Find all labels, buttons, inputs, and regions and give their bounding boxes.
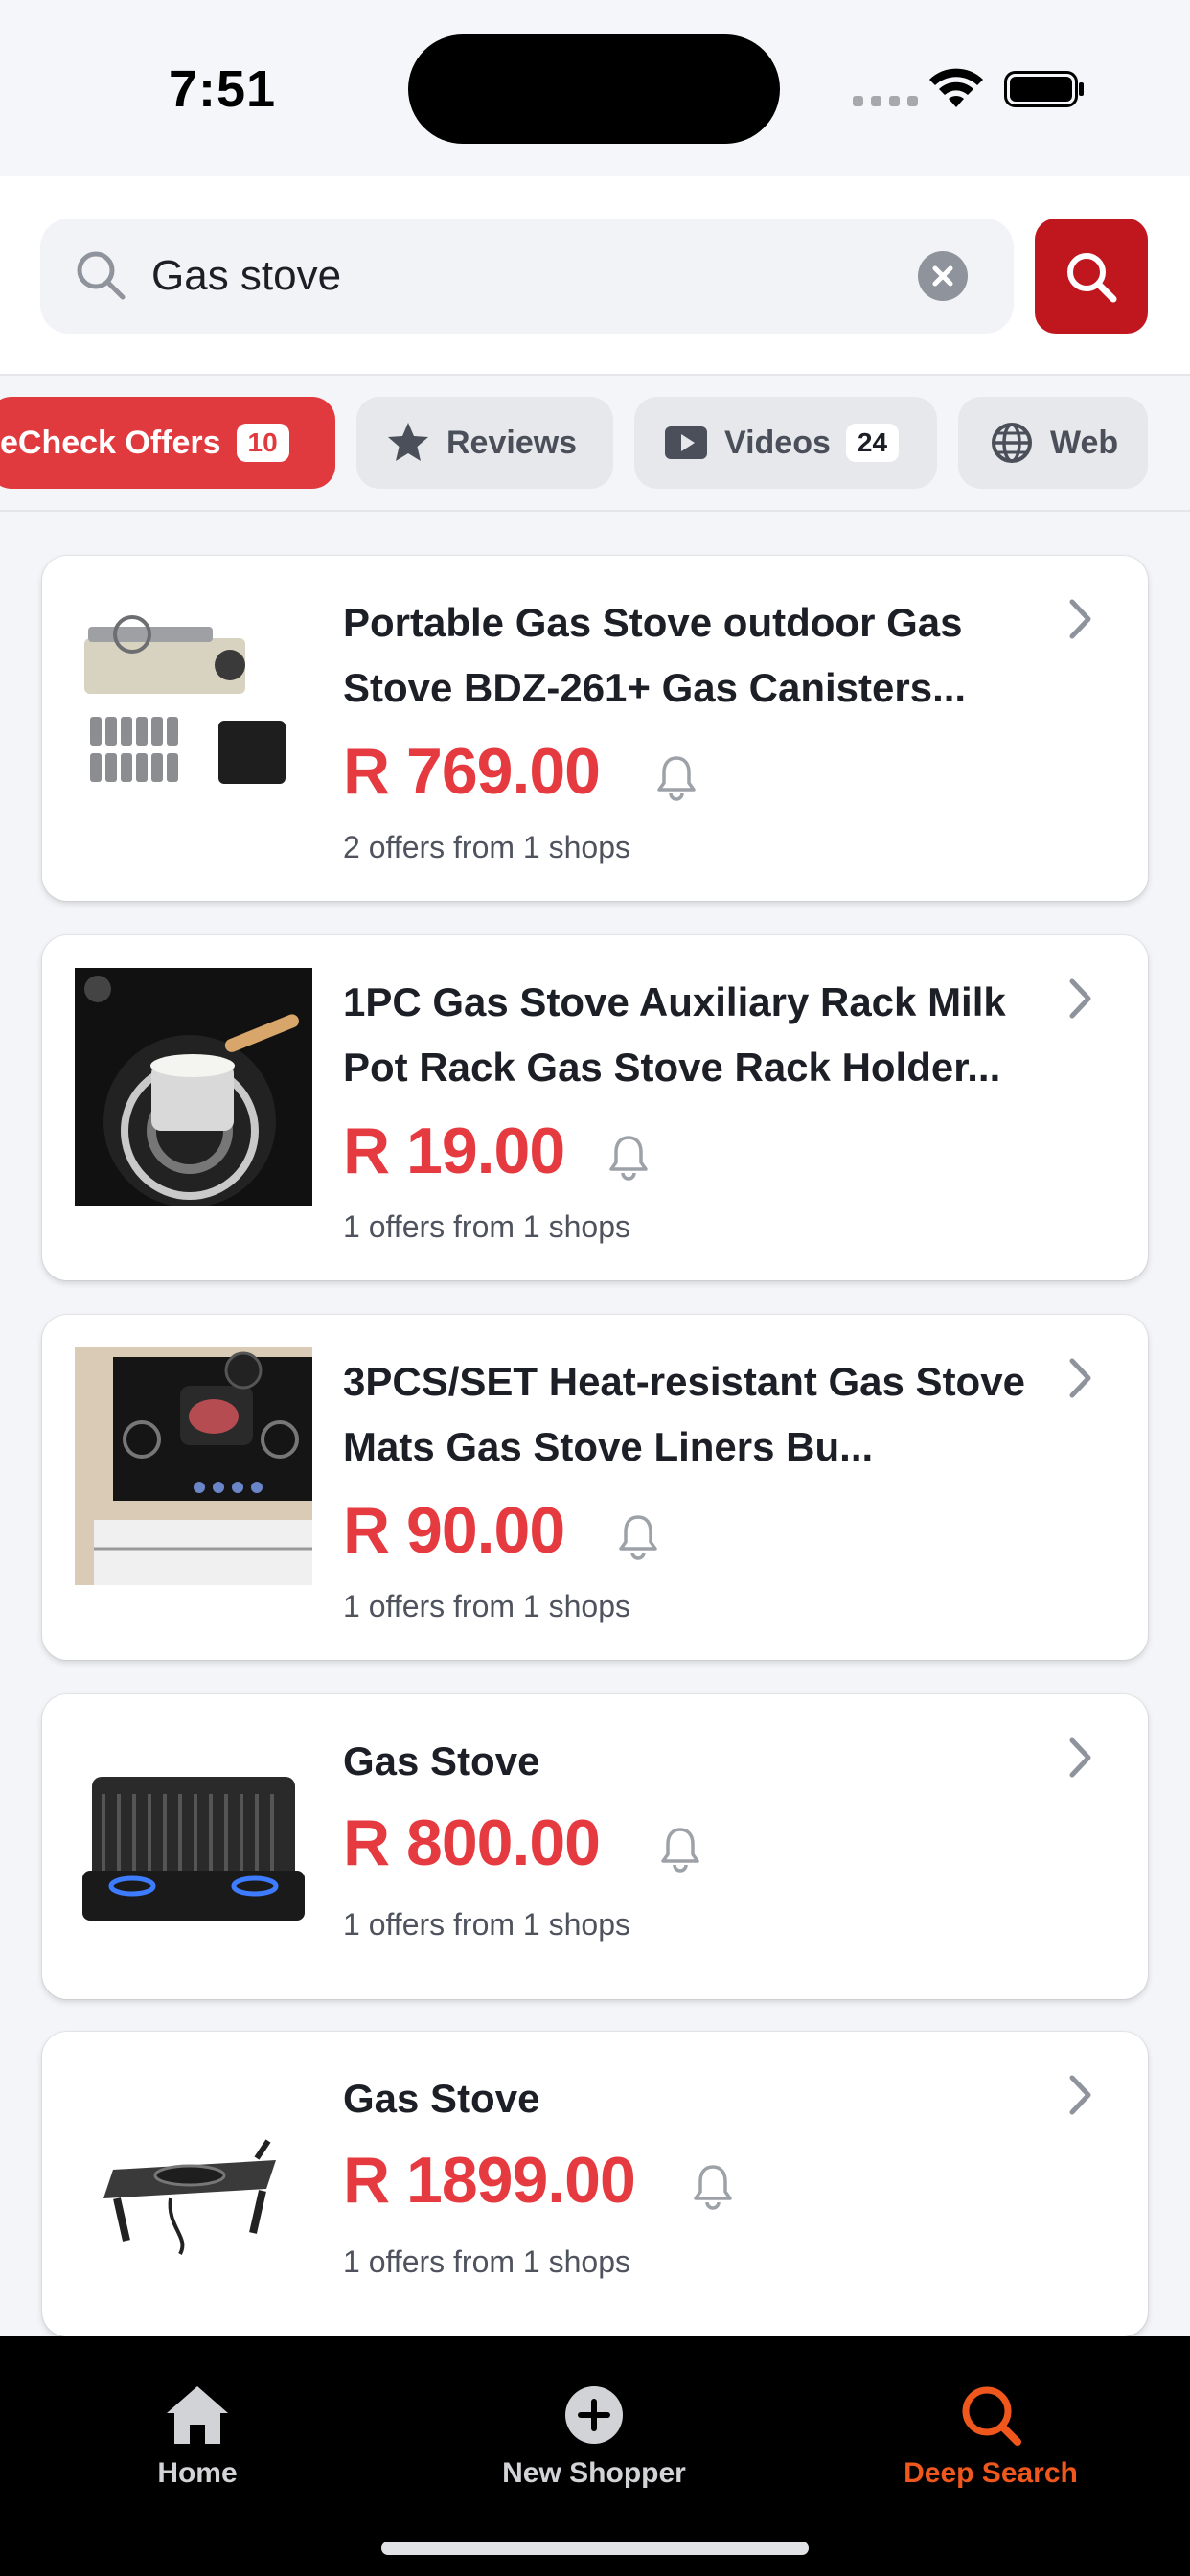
product-price: R 769.00 xyxy=(343,735,601,808)
chip-reviews[interactable]: Reviews xyxy=(356,397,613,489)
tab-new-shopper[interactable]: New Shopper xyxy=(450,2382,738,2490)
price-alert-bell-icon[interactable] xyxy=(607,1133,650,1181)
dynamic-island xyxy=(408,34,780,144)
product-title: Gas Stove xyxy=(343,1738,540,1783)
price-alert-bell-icon[interactable] xyxy=(692,2162,734,2210)
product-offers: 1 offers from 1 shops xyxy=(343,1907,630,1942)
product-offers: 1 offers from 1 shops xyxy=(343,1209,630,1244)
product-card[interactable]: 1PC Gas Stove Auxiliary Rack Milk Pot Ra… xyxy=(42,935,1148,1280)
cellular-signal-icon xyxy=(853,96,918,106)
product-card[interactable]: Gas Stove R 1899.00 1 offers from 1 shop… xyxy=(42,2032,1148,2336)
product-image xyxy=(75,610,312,847)
search-icon xyxy=(962,2386,1021,2446)
chevron-right-icon xyxy=(1069,2075,1091,2115)
wifi-icon xyxy=(929,68,983,107)
tab-label: New Shopper xyxy=(502,2457,686,2489)
tab-label: Home xyxy=(157,2457,238,2489)
product-title: 1PC Gas Stove Auxiliary Rack Milk Pot Ra… xyxy=(343,979,1006,1090)
product-offers: 2 offers from 1 shops xyxy=(343,830,630,864)
chevron-right-icon xyxy=(1069,1358,1091,1398)
product-image xyxy=(75,1727,312,1965)
chevron-right-icon xyxy=(1069,978,1091,1019)
search-header: Gas stove xyxy=(0,176,1190,376)
search-icon xyxy=(77,251,126,300)
plus-circle-icon xyxy=(565,2386,623,2444)
product-image xyxy=(75,1347,312,1585)
tab-label: Deep Search xyxy=(904,2457,1078,2489)
status-bar: 7:51 xyxy=(0,0,1190,176)
chevron-right-icon xyxy=(1069,599,1091,639)
search-button[interactable] xyxy=(1035,218,1148,334)
product-price: R 19.00 xyxy=(343,1115,565,1187)
chevron-right-icon xyxy=(1069,1737,1091,1778)
play-icon xyxy=(665,426,707,459)
chip-label: Web xyxy=(1050,424,1119,461)
search-query-text[interactable]: Gas stove xyxy=(151,247,341,305)
price-alert-bell-icon[interactable] xyxy=(617,1512,659,1560)
chip-videos[interactable]: Videos 24 xyxy=(634,397,937,489)
home-indicator[interactable] xyxy=(381,2542,809,2555)
clear-search-icon[interactable] xyxy=(918,251,968,301)
product-price: R 800.00 xyxy=(343,1806,601,1879)
product-title: 3PCS/SET Heat-resistant Gas Stove Mats G… xyxy=(343,1359,1025,1469)
chip-label: eCheck Offers xyxy=(0,424,221,461)
battery-icon xyxy=(1004,71,1084,107)
product-price: R 90.00 xyxy=(343,1494,565,1567)
price-alert-bell-icon[interactable] xyxy=(655,753,698,801)
search-icon xyxy=(1067,253,1117,303)
tab-home[interactable]: Home xyxy=(54,2382,341,2490)
product-card[interactable]: 3PCS/SET Heat-resistant Gas Stove Mats G… xyxy=(42,1315,1148,1660)
filter-chips: eCheck Offers 10 Reviews Videos 24 Web xyxy=(0,376,1190,512)
home-icon xyxy=(167,2386,228,2444)
chip-count: 24 xyxy=(845,424,900,462)
chip-label: Videos xyxy=(724,424,831,461)
chip-label: Reviews xyxy=(446,424,578,461)
chip-echeck-offers[interactable]: eCheck Offers 10 xyxy=(0,397,335,489)
chip-web[interactable]: Web xyxy=(958,397,1148,489)
product-card[interactable]: Portable Gas Stove outdoor Gas Stove BDZ… xyxy=(42,556,1148,901)
product-image xyxy=(75,2064,312,2302)
bottom-tab-bar: Home New Shopper Deep Search xyxy=(0,2336,1190,2576)
product-image xyxy=(75,968,312,1206)
globe-icon xyxy=(992,423,1032,463)
product-title: Gas Stove xyxy=(343,2076,540,2121)
chip-count: 10 xyxy=(236,424,289,462)
star-icon xyxy=(388,423,428,461)
price-alert-bell-icon[interactable] xyxy=(659,1825,701,1873)
product-title: Portable Gas Stove outdoor Gas Stove BDZ… xyxy=(343,600,967,710)
product-price: R 1899.00 xyxy=(343,2144,636,2217)
search-input[interactable]: Gas stove xyxy=(40,218,1014,334)
status-time: 7:51 xyxy=(169,60,277,118)
product-offers: 1 offers from 1 shops xyxy=(343,1589,630,1623)
product-offers: 1 offers from 1 shops xyxy=(343,2244,630,2279)
tab-deep-search[interactable]: Deep Search xyxy=(847,2382,1134,2490)
product-card[interactable]: Gas Stove R 800.00 1 offers from 1 shops xyxy=(42,1694,1148,1999)
